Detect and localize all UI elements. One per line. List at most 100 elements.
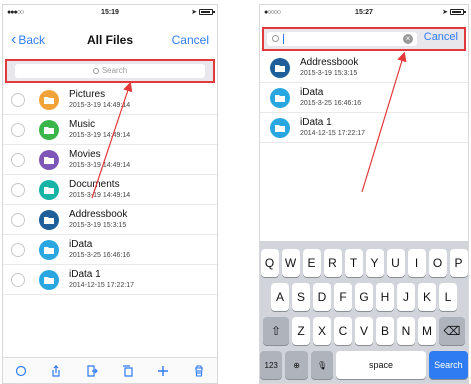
key-p[interactable]: P	[449, 249, 468, 277]
file-date: 2015-3-19 14:49:14	[69, 102, 131, 109]
phone-screen-all-files: ●●●○○ 15:19 ➤ ‹ Back All Files Cancel Se…	[2, 4, 218, 384]
backspace-key[interactable]: ⌫	[439, 317, 465, 345]
globe-key[interactable]: ⊕	[285, 351, 308, 379]
battery-icon	[450, 9, 466, 15]
file-date: 2015-3-19 14:49:14	[69, 132, 131, 139]
key-m[interactable]: M	[418, 317, 436, 345]
search-key[interactable]: Search	[428, 351, 468, 379]
file-name: Documents	[69, 179, 120, 190]
key-g[interactable]: G	[355, 283, 373, 311]
file-name: Addressbook	[69, 209, 128, 220]
select-radio[interactable]	[11, 93, 25, 107]
copy-icon[interactable]	[121, 364, 135, 378]
select-radio[interactable]	[11, 243, 25, 257]
cancel-button[interactable]: Cancel	[424, 31, 458, 43]
music-folder-icon	[39, 120, 59, 140]
file-date: 2015-3-19 14:49:14	[69, 162, 131, 169]
export-icon[interactable]	[85, 364, 99, 378]
trash-icon[interactable]	[192, 364, 206, 378]
search-placeholder: Search	[101, 66, 128, 75]
select-radio[interactable]	[11, 183, 25, 197]
select-radio[interactable]	[11, 123, 25, 137]
nav-bar: ‹ Back All Files Cancel	[3, 21, 217, 57]
movies-folder-icon	[39, 150, 59, 170]
list-item[interactable]: Addressbook 2015-3-19 15:3:15	[3, 205, 217, 235]
file-date: 2015-3-25 16:46:16	[69, 252, 131, 259]
search-bar: Search	[5, 59, 215, 83]
status-time: 15:27	[355, 9, 373, 16]
key-k[interactable]: K	[418, 283, 436, 311]
key-s[interactable]: S	[292, 283, 310, 311]
key-n[interactable]: N	[397, 317, 415, 345]
shift-key[interactable]: ⇧	[263, 317, 289, 345]
file-name: iData 1	[300, 117, 332, 128]
key-i[interactable]: I	[407, 249, 426, 277]
file-date: 2014-12-15 17:22:17	[69, 282, 134, 289]
file-date: 2015-3-19 15:3:15	[300, 70, 358, 77]
file-name: iData 1	[69, 269, 101, 280]
list-item[interactable]: iData 2015-3-25 16:46:16	[260, 83, 468, 113]
list-item[interactable]: Documents 2015-3-19 14:49:14	[3, 175, 217, 205]
add-icon[interactable]	[156, 364, 170, 378]
list-item[interactable]: Pictures 2015-3-19 14:49:14	[3, 85, 217, 115]
select-radio[interactable]	[11, 273, 25, 287]
key-t[interactable]: T	[344, 249, 363, 277]
key-o[interactable]: O	[428, 249, 447, 277]
key-f[interactable]: F	[334, 283, 352, 311]
key-b[interactable]: B	[376, 317, 394, 345]
folder-icon	[39, 270, 59, 290]
file-date: 2015-3-19 14:49:14	[69, 192, 131, 199]
list-item[interactable]: Addressbook 2015-3-19 15:3:15	[260, 53, 468, 83]
globe-icon: ⊕	[293, 360, 300, 370]
battery-icon	[199, 9, 215, 15]
refresh-icon[interactable]	[14, 364, 28, 378]
keyboard-row-2: ASDFGHJKL	[260, 283, 468, 311]
search-input[interactable]: Search	[15, 64, 205, 78]
file-date: 2014-12-15 17:22:17	[300, 130, 365, 137]
key-a[interactable]: A	[271, 283, 289, 311]
keyboard: QWERTYUIOP ASDFGHJKL ⇧ ZXCVBNM ⌫ 123 ⊕ 🎙…	[260, 241, 468, 383]
file-name: iData	[69, 239, 93, 250]
addressbook-icon	[270, 58, 290, 78]
clear-icon[interactable]: ×	[403, 34, 413, 44]
key-e[interactable]: E	[302, 249, 321, 277]
status-right: ➤	[442, 8, 466, 16]
share-icon[interactable]	[49, 364, 63, 378]
status-bar: ●●●○○ 15:19 ➤	[3, 5, 217, 21]
keyboard-row-3-letters: ZXCVBNM	[292, 317, 436, 345]
list-item[interactable]: iData 1 2014-12-15 17:22:17	[3, 265, 217, 295]
select-radio[interactable]	[11, 213, 25, 227]
key-z[interactable]: Z	[292, 317, 310, 345]
list-item[interactable]: Movies 2015-3-19 14:49:14	[3, 145, 217, 175]
search-input[interactable]: ×	[267, 32, 417, 46]
key-v[interactable]: V	[355, 317, 373, 345]
key-w[interactable]: W	[281, 249, 300, 277]
key-x[interactable]: X	[313, 317, 331, 345]
dictation-key[interactable]: 🎙	[310, 351, 334, 379]
key-h[interactable]: H	[376, 283, 394, 311]
list-item[interactable]: iData 1 2014-12-15 17:22:17	[260, 113, 468, 143]
search-icon	[92, 68, 99, 74]
addressbook-icon	[39, 210, 59, 230]
file-date: 2015-3-19 15:3:15	[69, 222, 127, 229]
space-key[interactable]: space	[336, 351, 426, 379]
key-c[interactable]: C	[334, 317, 352, 345]
key-d[interactable]: D	[313, 283, 331, 311]
key-y[interactable]: Y	[365, 249, 384, 277]
documents-folder-icon	[39, 180, 59, 200]
pictures-folder-icon	[39, 90, 59, 110]
key-r[interactable]: R	[323, 249, 342, 277]
keyboard-row-3: ⇧ ZXCVBNM ⌫	[260, 317, 468, 345]
key-u[interactable]: U	[386, 249, 405, 277]
list-item[interactable]: iData 2015-3-25 16:46:16	[3, 235, 217, 265]
location-icon: ➤	[191, 9, 197, 16]
key-j[interactable]: J	[397, 283, 415, 311]
key-q[interactable]: Q	[260, 249, 279, 277]
select-radio[interactable]	[11, 153, 25, 167]
cancel-button[interactable]: Cancel	[172, 33, 209, 47]
search-results-list: Addressbook 2015-3-19 15:3:15 iData 2015-3-…	[260, 53, 468, 143]
key-l[interactable]: L	[439, 283, 457, 311]
location-icon: ➤	[442, 9, 448, 16]
list-item[interactable]: Music 2015-3-19 14:49:14	[3, 115, 217, 145]
numbers-key[interactable]: 123	[260, 351, 283, 379]
